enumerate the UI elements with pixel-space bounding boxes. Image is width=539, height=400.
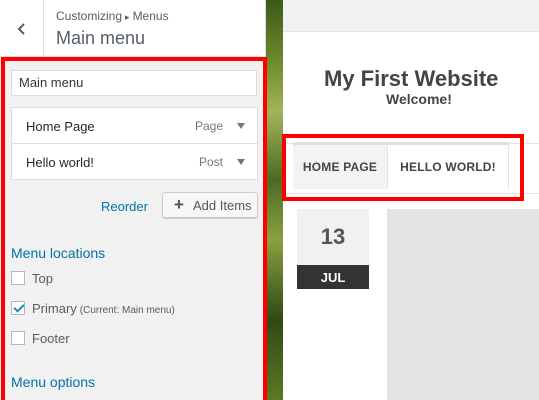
panel-title: Main menu	[56, 28, 146, 48]
menu-locations-heading: Menu locations	[11, 245, 106, 261]
menu-options-heading: Menu options	[11, 374, 96, 390]
menu-item-type: Post	[198, 155, 223, 169]
location-label: Primary	[32, 301, 77, 316]
customizer-panel: Customizing ▸ Menus Main menu Main menu Ho…	[0, 0, 266, 400]
location-label: Footer	[32, 331, 70, 346]
breadcrumb-section: Menus	[132, 9, 169, 23]
menu-name-input[interactable]: Main menu	[11, 70, 257, 96]
back-button[interactable]	[0, 0, 44, 57]
post-date-month: JUL	[297, 265, 369, 289]
site-preview: My First Website Welcome! HOME PAGE HELL…	[266, 0, 539, 400]
location-footer-checkbox[interactable]	[11, 331, 25, 345]
location-note: (Current: Main menu)	[79, 305, 175, 316]
location-top-checkbox[interactable]	[11, 271, 25, 285]
plus-icon: +	[174, 195, 184, 214]
site-description: Welcome!	[386, 91, 452, 107]
breadcrumb-separator: ▸	[125, 12, 130, 22]
menu-item-home-page[interactable]: Home Page Page	[11, 107, 258, 144]
menu-item-hello-world[interactable]: Hello world! Post	[11, 143, 258, 180]
location-label: Top	[32, 271, 53, 286]
caret-down-icon[interactable]	[237, 159, 245, 165]
breadcrumb: Customizing ▸ Menus	[56, 9, 169, 23]
menu-item-title: Home Page	[26, 119, 95, 134]
site-title[interactable]: My First Website	[324, 66, 498, 92]
breadcrumb-root: Customizing	[56, 9, 123, 23]
nav-link-hello-world[interactable]: HELLO WORLD!	[387, 142, 509, 189]
chevron-left-icon	[17, 22, 25, 35]
menu-item-title: Hello world!	[26, 155, 94, 170]
post-date: 13 JUL	[297, 209, 369, 289]
post-thumbnail	[387, 209, 539, 400]
reorder-link[interactable]: Reorder	[101, 199, 148, 214]
post-date-day: 13	[297, 209, 369, 265]
panel-header: Customizing ▸ Menus Main menu	[0, 0, 265, 57]
location-primary-checkbox[interactable]	[11, 301, 25, 315]
header-image	[266, 0, 283, 400]
menu-item-type: Page	[194, 119, 223, 133]
nav-link-home-page[interactable]: HOME PAGE	[293, 142, 387, 189]
add-items-button[interactable]: + Add Items	[162, 192, 258, 218]
add-items-label: Add Items	[193, 198, 252, 213]
caret-down-icon[interactable]	[237, 123, 245, 129]
preview-top-bar	[283, 0, 539, 32]
